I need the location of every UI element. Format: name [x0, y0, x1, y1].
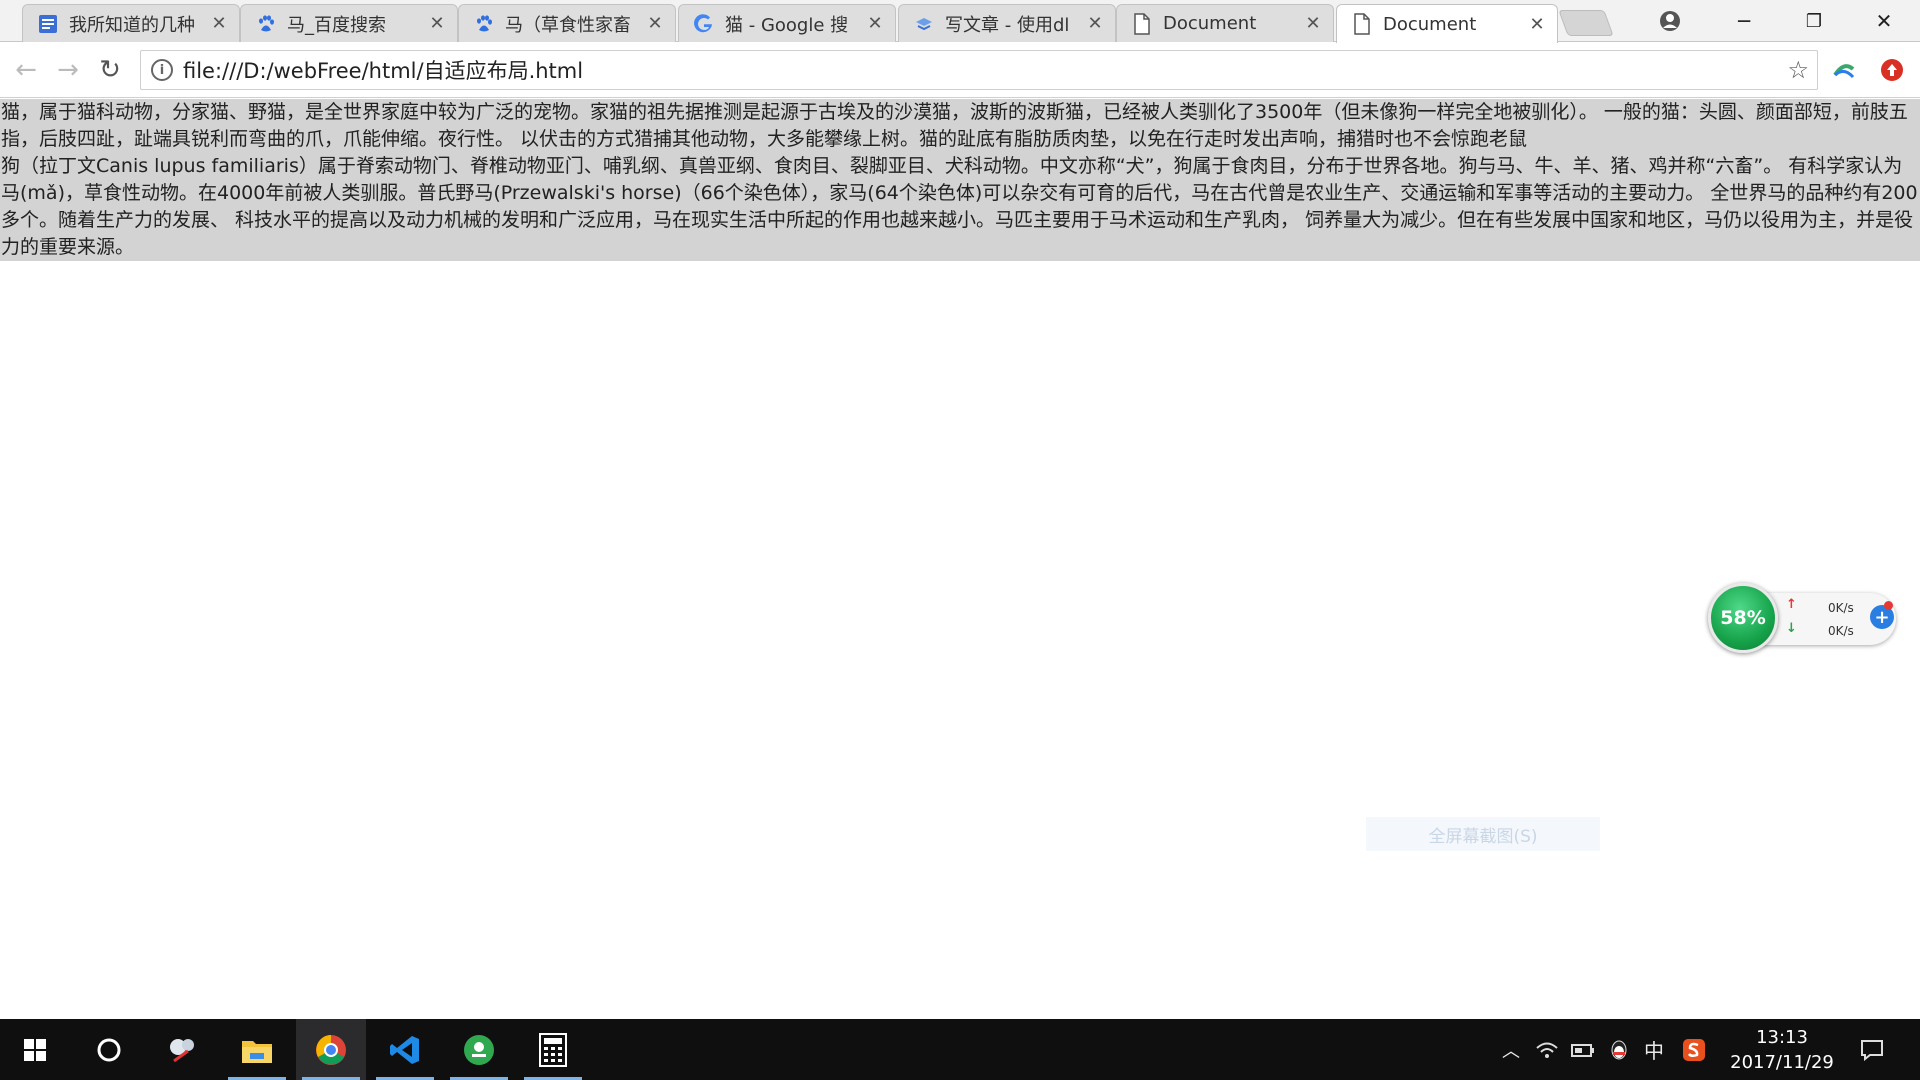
- minimize-button[interactable]: ─: [1712, 0, 1776, 42]
- page-content: 猫，属于猫科动物，分家猫、野猫，是全世界家庭中较为广泛的宠物。家猫的祖先据推测是…: [0, 99, 1920, 1019]
- tab-7[interactable]: Document ✕: [1336, 4, 1558, 43]
- tab-2[interactable]: 马_百度搜索 ✕: [240, 4, 458, 42]
- battery-icon[interactable]: [1568, 1019, 1598, 1080]
- tab-close-icon[interactable]: ✕: [865, 13, 885, 34]
- restore-button[interactable]: ❐: [1782, 0, 1846, 42]
- reload-button[interactable]: ↻: [94, 54, 126, 86]
- tab-close-icon[interactable]: ✕: [645, 13, 665, 34]
- browser-toolbar: ← → ↻ i file:///D:/webFree/html/自适应布局.ht…: [0, 42, 1920, 98]
- network-speed-widget[interactable]: 58% ↑ ↓ 0K/s 0K/s +: [1708, 583, 1898, 653]
- address-bar[interactable]: i file:///D:/webFree/html/自适应布局.html ☆: [140, 50, 1818, 90]
- paragraph-cat: 猫，属于猫科动物，分家猫、野猫，是全世界家庭中较为广泛的宠物。家猫的祖先据推测是…: [0, 99, 1920, 153]
- clock-time: 13:13: [1756, 1027, 1808, 1048]
- google-g-icon: [693, 13, 715, 35]
- upload-rate: 0K/s: [1828, 601, 1854, 615]
- folder-icon: [242, 1040, 272, 1063]
- taskbar-chrome[interactable]: [296, 1019, 366, 1080]
- download-rate: 0K/s: [1828, 624, 1854, 638]
- tab-close-icon[interactable]: ✕: [209, 13, 229, 34]
- taskbar-file-explorer[interactable]: [222, 1019, 292, 1080]
- forward-button[interactable]: →: [52, 54, 84, 86]
- extension-arrow-icon[interactable]: [1830, 56, 1858, 84]
- windows-taskbar: ︿ 中 13:13 2017/11/29: [0, 1019, 1920, 1080]
- baidu-paw-icon: [255, 13, 277, 35]
- back-arrow-icon: ←: [15, 55, 37, 85]
- browser-tabstrip: 我所知道的几种 ✕ 马_百度搜索 ✕ 马（草食性家畜 ✕ 猫 - Google 搜 ✕ 写文章 …: [0, 0, 1920, 43]
- chrome-icon: [316, 1034, 346, 1065]
- tab-close-icon[interactable]: ✕: [1527, 14, 1547, 35]
- notification-dot: [1884, 601, 1893, 610]
- cortana-circle-icon: [97, 1038, 121, 1061]
- taskbar-vscode[interactable]: [370, 1019, 440, 1080]
- csdn-icon: [913, 13, 935, 35]
- snipping-tool-icon: [170, 1038, 194, 1062]
- green-shield-app-icon: [464, 1034, 494, 1065]
- paragraph-horse: 马(mǎ)，草食性动物。在4000年前被人类驯服。普氏野马(Przewalski…: [0, 180, 1920, 261]
- vscode-icon: [390, 1035, 419, 1064]
- profile-icon[interactable]: [1640, 0, 1700, 42]
- tab-label: 写文章 - 使用dl: [945, 14, 1070, 36]
- tab-3[interactable]: 马（草食性家畜 ✕: [458, 4, 676, 42]
- url-text[interactable]: file:///D:/webFree/html/自适应布局.html: [183, 55, 1787, 85]
- taskbar-app-pinned-tool[interactable]: [148, 1019, 218, 1080]
- tab-4[interactable]: 猫 - Google 搜 ✕: [678, 4, 896, 42]
- tab-6[interactable]: Document ✕: [1116, 4, 1334, 42]
- sogou-ime-icon[interactable]: [1678, 1019, 1710, 1080]
- tab-1[interactable]: 我所知道的几种 ✕: [22, 4, 240, 42]
- baidu-paw-icon: [473, 13, 495, 35]
- tab-label: Document: [1383, 13, 1477, 35]
- tab-close-icon[interactable]: ✕: [427, 13, 447, 34]
- tab-label: 我所知道的几种: [69, 14, 195, 36]
- info-icon[interactable]: i: [151, 59, 173, 81]
- tab-close-icon[interactable]: ✕: [1085, 13, 1105, 34]
- screenshot-tooltip: 全屏幕截图(S): [1366, 817, 1600, 851]
- close-window-button[interactable]: ✕: [1852, 0, 1916, 42]
- download-arrow-icon: ↓: [1786, 621, 1797, 636]
- tab-label: 猫 - Google 搜: [725, 14, 849, 36]
- tab-label: 马（草食性家畜: [505, 14, 631, 36]
- taskbar-security-app[interactable]: [444, 1019, 514, 1080]
- ime-indicator[interactable]: 中: [1638, 1019, 1670, 1080]
- document-book-icon: [37, 13, 59, 35]
- tab-close-icon[interactable]: ✕: [1303, 13, 1323, 34]
- taskbar-clock[interactable]: 13:13 2017/11/29: [1712, 1025, 1852, 1075]
- taskbar-calculator[interactable]: [518, 1019, 588, 1080]
- paragraph-dog: 狗（拉丁文Canis lupus familiaris）属于脊索动物门、脊椎动物…: [0, 153, 1920, 180]
- bookmark-star-icon[interactable]: ☆: [1787, 56, 1809, 84]
- tab-label: Document: [1163, 13, 1257, 34]
- memory-usage-gauge[interactable]: 58%: [1708, 583, 1778, 653]
- start-button[interactable]: [0, 1019, 70, 1080]
- calculator-icon: [539, 1032, 567, 1067]
- upload-arrow-icon: ↑: [1786, 597, 1797, 612]
- clock-date: 2017/11/29: [1730, 1052, 1834, 1073]
- new-tab-button[interactable]: [1558, 10, 1614, 36]
- windows-logo-icon: [24, 1038, 46, 1061]
- page-icon: [1351, 13, 1373, 35]
- reload-icon: ↻: [99, 55, 121, 85]
- extension-upload-icon[interactable]: [1878, 56, 1906, 84]
- qq-penguin-icon[interactable]: [1604, 1019, 1634, 1080]
- tab-5[interactable]: 写文章 - 使用dl ✕: [898, 4, 1116, 42]
- wifi-icon[interactable]: [1532, 1019, 1562, 1080]
- tab-label: 马_百度搜索: [287, 14, 386, 36]
- page-icon: [1131, 12, 1153, 35]
- forward-arrow-icon: →: [57, 55, 79, 85]
- cortana-button[interactable]: [74, 1019, 144, 1080]
- action-center-icon[interactable]: [1850, 1019, 1894, 1080]
- tray-expand-chevron-icon[interactable]: ︿: [1496, 1019, 1526, 1080]
- back-button[interactable]: ←: [10, 54, 42, 86]
